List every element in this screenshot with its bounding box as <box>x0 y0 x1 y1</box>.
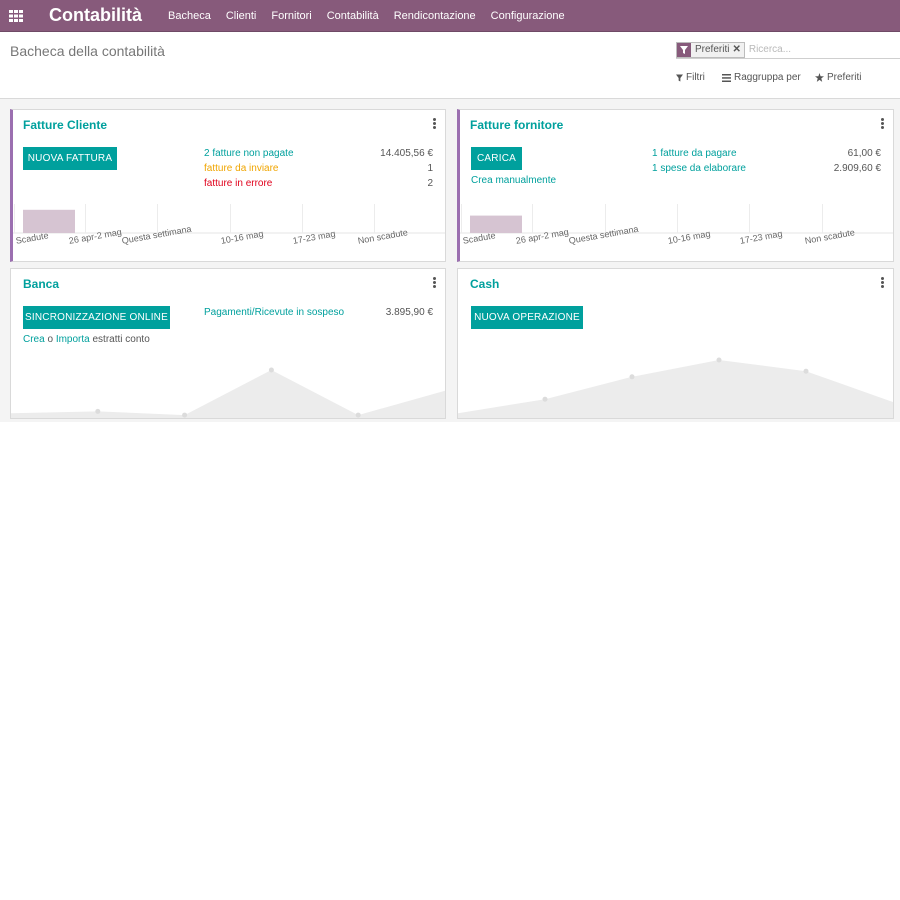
or-text: o <box>47 334 54 345</box>
invoices-to-send-value: 1 <box>427 163 433 174</box>
new-invoice-button[interactable]: NUOVA FATTURA <box>23 147 117 170</box>
menu-item-fornitori[interactable]: Fornitori <box>271 10 311 22</box>
card-title[interactable]: Banca <box>23 277 59 291</box>
create-manually-text[interactable]: Crea manualmente <box>471 175 556 186</box>
online-sync-button[interactable]: SINCRONIZZAZIONE ONLINE <box>23 306 170 329</box>
menu-item-clienti[interactable]: Clienti <box>226 10 257 22</box>
more-options-icon[interactable] <box>431 277 437 289</box>
groupby-button[interactable]: Raggruppa per <box>722 72 801 83</box>
chart-bar[interactable] <box>470 215 522 233</box>
more-options-icon[interactable] <box>431 118 437 130</box>
chart-area <box>458 360 893 418</box>
card-title[interactable]: Fatture fornitore <box>470 118 563 132</box>
list-icon <box>722 73 731 82</box>
expenses-value: 2.909,60 € <box>833 163 881 174</box>
cash-journal-card: Cash NUOVA OPERAZIONE <box>457 268 894 419</box>
import-statement-link[interactable]: Importa <box>56 334 90 345</box>
expenses-link[interactable]: 1 spese da elaborare <box>652 163 746 174</box>
filter-icon <box>677 42 691 57</box>
chart-point[interactable] <box>268 367 274 373</box>
apps-grid-icon[interactable] <box>0 0 32 32</box>
search-facet: Preferiti ✕ <box>676 41 745 58</box>
chart-bar[interactable] <box>23 209 75 233</box>
bank-line-chart[interactable] <box>11 360 445 418</box>
new-operation-button[interactable]: NUOVA OPERAZIONE <box>471 306 583 329</box>
chart-point[interactable] <box>95 408 101 414</box>
chart-point[interactable] <box>542 396 548 402</box>
pending-payments-value: 3.895,90 € <box>385 307 433 318</box>
filters-label: Filtri <box>686 72 705 83</box>
invoices-error-link[interactable]: fatture in errore <box>204 178 272 189</box>
bills-to-pay-link[interactable]: 1 fatture da pagare <box>652 148 737 159</box>
cash-line-chart[interactable] <box>458 350 893 418</box>
bank-journal-card: Banca SINCRONIZZAZIONE ONLINE Pagamenti/… <box>10 268 446 419</box>
chart-point[interactable] <box>355 412 361 418</box>
bills-to-pay-value: 61,00 € <box>847 148 881 159</box>
invoices-to-send-link[interactable]: fatture da inviare <box>204 163 279 174</box>
favorites-button[interactable]: Preferiti <box>815 72 861 83</box>
card-title[interactable]: Fatture Cliente <box>23 118 107 132</box>
statements-text: estratti conto <box>92 334 150 345</box>
top-navbar: Contabilità Bacheca Clienti Fornitori Co… <box>0 0 900 32</box>
menu-item-bacheca[interactable]: Bacheca <box>168 10 211 22</box>
sales-journal-card: Fatture Cliente NUOVA FATTURA 2 fatture … <box>10 109 446 262</box>
menu-item-configurazione[interactable]: Configurazione <box>491 10 565 22</box>
app-title: Contabilità <box>49 5 142 25</box>
purchase-journal-card: Fatture fornitore CARICA Crea manualment… <box>457 109 894 262</box>
chart-point[interactable] <box>716 357 722 363</box>
search-box: Preferiti ✕ <box>676 41 900 59</box>
main-menu: Bacheca Clienti Fornitori Contabilità Re… <box>168 10 580 22</box>
filters-button[interactable]: Filtri <box>676 72 705 83</box>
create-manually-link[interactable]: Crea manualmente <box>471 175 556 186</box>
chart-point[interactable] <box>182 412 188 418</box>
unpaid-invoices-link[interactable]: 2 fatture non pagate <box>204 148 294 159</box>
favorites-label: Preferiti <box>827 72 862 83</box>
filter-icon <box>676 74 683 81</box>
search-input[interactable] <box>748 44 869 55</box>
close-icon[interactable]: ✕ <box>732 44 743 55</box>
card-title[interactable]: Cash <box>470 277 499 291</box>
more-options-icon[interactable] <box>879 118 885 130</box>
chart-point[interactable] <box>629 374 635 380</box>
page-title: Bacheca della contabilità <box>10 43 165 59</box>
control-panel: Bacheca della contabilità Preferiti ✕ Fi… <box>0 33 900 99</box>
unpaid-invoices-value: 14.405,56 € <box>380 148 433 159</box>
menu-item-contabilita[interactable]: Contabilità <box>327 10 379 22</box>
more-options-icon[interactable] <box>879 277 885 289</box>
bank-statement-actions: Crea o Importa estratti conto <box>23 334 150 345</box>
groupby-label: Raggruppa per <box>734 72 801 83</box>
facet-label: Preferiti <box>695 44 730 55</box>
star-icon <box>815 73 824 82</box>
menu-item-rendicontazione[interactable]: Rendicontazione <box>394 10 476 22</box>
pending-payments-link[interactable]: Pagamenti/Ricevute in sospeso <box>204 307 344 318</box>
invoices-error-value: 2 <box>427 178 433 189</box>
chart-point[interactable] <box>803 368 809 374</box>
create-statement-link[interactable]: Crea <box>23 334 45 345</box>
upload-button[interactable]: CARICA <box>471 147 522 170</box>
chart-area <box>11 370 445 418</box>
